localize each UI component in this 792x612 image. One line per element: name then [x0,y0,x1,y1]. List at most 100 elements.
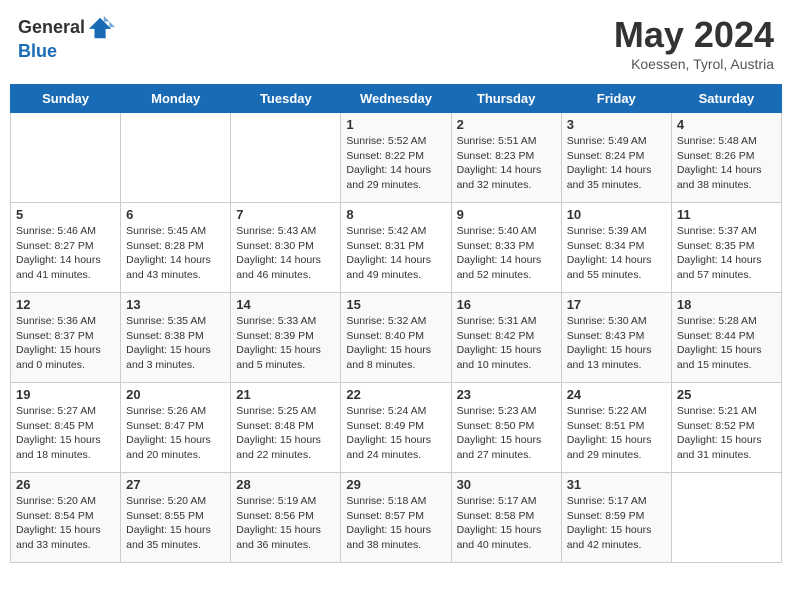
calendar-cell: 22 Sunrise: 5:24 AM Sunset: 8:49 PM Dayli… [341,383,451,473]
calendar-cell: 31 Sunrise: 5:17 AM Sunset: 8:59 PM Dayli… [561,473,671,563]
calendar-title: May 2024 [614,14,774,56]
calendar-cell: 4 Sunrise: 5:48 AM Sunset: 8:26 PM Daylig… [671,113,781,203]
calendar-week-3: 12 Sunrise: 5:36 AM Sunset: 8:37 PM Dayli… [11,293,782,383]
day-info: Sunrise: 5:46 AM Sunset: 8:27 PM Dayligh… [16,224,115,283]
day-number: 11 [677,207,776,222]
header-friday: Friday [561,85,671,113]
day-number: 4 [677,117,776,132]
calendar-cell [231,113,341,203]
calendar-cell: 16 Sunrise: 5:31 AM Sunset: 8:42 PM Dayli… [451,293,561,383]
calendar-cell: 11 Sunrise: 5:37 AM Sunset: 8:35 PM Dayli… [671,203,781,293]
calendar-cell: 26 Sunrise: 5:20 AM Sunset: 8:54 PM Dayli… [11,473,121,563]
logo-blue: Blue [18,41,57,61]
day-number: 5 [16,207,115,222]
calendar-table: Sunday Monday Tuesday Wednesday Thursday… [10,84,782,563]
day-number: 2 [457,117,556,132]
day-info: Sunrise: 5:23 AM Sunset: 8:50 PM Dayligh… [457,404,556,463]
calendar-cell: 18 Sunrise: 5:28 AM Sunset: 8:44 PM Dayli… [671,293,781,383]
day-number: 10 [567,207,666,222]
day-info: Sunrise: 5:18 AM Sunset: 8:57 PM Dayligh… [346,494,445,553]
calendar-cell [671,473,781,563]
day-number: 14 [236,297,335,312]
calendar-cell: 30 Sunrise: 5:17 AM Sunset: 8:58 PM Dayli… [451,473,561,563]
calendar-cell: 23 Sunrise: 5:23 AM Sunset: 8:50 PM Dayli… [451,383,561,473]
day-number: 8 [346,207,445,222]
day-number: 26 [16,477,115,492]
day-number: 21 [236,387,335,402]
day-number: 31 [567,477,666,492]
calendar-cell: 7 Sunrise: 5:43 AM Sunset: 8:30 PM Daylig… [231,203,341,293]
calendar-week-4: 19Sunrise: 5:27 AM Sunset: 8:45 PM Dayli… [11,383,782,473]
day-info: Sunrise: 5:26 AM Sunset: 8:47 PM Dayligh… [126,404,225,463]
page-header: General Blue May 2024 Koessen, Tyrol, Au… [10,10,782,76]
day-number: 25 [677,387,776,402]
day-number: 30 [457,477,556,492]
day-info: Sunrise: 5:48 AM Sunset: 8:26 PM Dayligh… [677,134,776,193]
calendar-header: Sunday Monday Tuesday Wednesday Thursday… [11,85,782,113]
header-thursday: Thursday [451,85,561,113]
calendar-cell: 29 Sunrise: 5:18 AM Sunset: 8:57 PM Dayli… [341,473,451,563]
day-info: Sunrise: 5:33 AM Sunset: 8:39 PM Dayligh… [236,314,335,373]
logo: General Blue [18,14,115,62]
day-info: Sunrise: 5:36 AM Sunset: 8:37 PM Dayligh… [16,314,115,373]
day-info: Sunrise: 5:20 AM Sunset: 8:54 PM Dayligh… [16,494,115,553]
day-number: 19 [16,387,115,402]
day-info: Sunrise: 5:39 AM Sunset: 8:34 PM Dayligh… [567,224,666,283]
calendar-body: 1Sunrise: 5:52 AM Sunset: 8:22 PM Daylig… [11,113,782,563]
logo-icon [87,14,115,42]
calendar-cell [11,113,121,203]
day-info: Sunrise: 5:17 AM Sunset: 8:59 PM Dayligh… [567,494,666,553]
header-saturday: Saturday [671,85,781,113]
day-info: Sunrise: 5:42 AM Sunset: 8:31 PM Dayligh… [346,224,445,283]
day-info: Sunrise: 5:45 AM Sunset: 8:28 PM Dayligh… [126,224,225,283]
day-number: 17 [567,297,666,312]
day-number: 23 [457,387,556,402]
day-number: 29 [346,477,445,492]
day-number: 16 [457,297,556,312]
day-number: 7 [236,207,335,222]
calendar-cell: 20Sunrise: 5:26 AM Sunset: 8:47 PM Dayli… [121,383,231,473]
header-sunday: Sunday [11,85,121,113]
calendar-week-1: 1Sunrise: 5:52 AM Sunset: 8:22 PM Daylig… [11,113,782,203]
day-number: 24 [567,387,666,402]
calendar-cell: 17 Sunrise: 5:30 AM Sunset: 8:43 PM Dayli… [561,293,671,383]
day-info: Sunrise: 5:31 AM Sunset: 8:42 PM Dayligh… [457,314,556,373]
header-wednesday: Wednesday [341,85,451,113]
calendar-cell: 28Sunrise: 5:19 AM Sunset: 8:56 PM Dayli… [231,473,341,563]
day-number: 6 [126,207,225,222]
day-info: Sunrise: 5:21 AM Sunset: 8:52 PM Dayligh… [677,404,776,463]
header-tuesday: Tuesday [231,85,341,113]
calendar-week-5: 26 Sunrise: 5:20 AM Sunset: 8:54 PM Dayli… [11,473,782,563]
day-info: Sunrise: 5:25 AM Sunset: 8:48 PM Dayligh… [236,404,335,463]
day-info: Sunrise: 5:51 AM Sunset: 8:23 PM Dayligh… [457,134,556,193]
calendar-cell: 19Sunrise: 5:27 AM Sunset: 8:45 PM Dayli… [11,383,121,473]
calendar-cell: 10 Sunrise: 5:39 AM Sunset: 8:34 PM Dayli… [561,203,671,293]
day-info: Sunrise: 5:40 AM Sunset: 8:33 PM Dayligh… [457,224,556,283]
day-info: Sunrise: 5:30 AM Sunset: 8:43 PM Dayligh… [567,314,666,373]
calendar-subtitle: Koessen, Tyrol, Austria [614,56,774,72]
day-info: Sunrise: 5:17 AM Sunset: 8:58 PM Dayligh… [457,494,556,553]
day-number: 18 [677,297,776,312]
logo-general: General [18,18,85,38]
day-info: Sunrise: 5:24 AM Sunset: 8:49 PM Dayligh… [346,404,445,463]
day-info: Sunrise: 5:37 AM Sunset: 8:35 PM Dayligh… [677,224,776,283]
calendar-cell: 13Sunrise: 5:35 AM Sunset: 8:38 PM Dayli… [121,293,231,383]
day-number: 9 [457,207,556,222]
header-monday: Monday [121,85,231,113]
calendar-cell: 27Sunrise: 5:20 AM Sunset: 8:55 PM Dayli… [121,473,231,563]
day-info: Sunrise: 5:20 AM Sunset: 8:55 PM Dayligh… [126,494,225,553]
calendar-cell: 1Sunrise: 5:52 AM Sunset: 8:22 PM Daylig… [341,113,451,203]
day-info: Sunrise: 5:43 AM Sunset: 8:30 PM Dayligh… [236,224,335,283]
day-number: 1 [346,117,445,132]
day-info: Sunrise: 5:35 AM Sunset: 8:38 PM Dayligh… [126,314,225,373]
calendar-cell: 5 Sunrise: 5:46 AM Sunset: 8:27 PM Daylig… [11,203,121,293]
calendar-cell: 12 Sunrise: 5:36 AM Sunset: 8:37 PM Dayli… [11,293,121,383]
calendar-cell: 9 Sunrise: 5:40 AM Sunset: 8:33 PM Daylig… [451,203,561,293]
day-number: 12 [16,297,115,312]
calendar-week-2: 5 Sunrise: 5:46 AM Sunset: 8:27 PM Daylig… [11,203,782,293]
day-number: 15 [346,297,445,312]
day-number: 28 [236,477,335,492]
day-number: 22 [346,387,445,402]
calendar-cell: 3Sunrise: 5:49 AM Sunset: 8:24 PM Daylig… [561,113,671,203]
day-info: Sunrise: 5:28 AM Sunset: 8:44 PM Dayligh… [677,314,776,373]
